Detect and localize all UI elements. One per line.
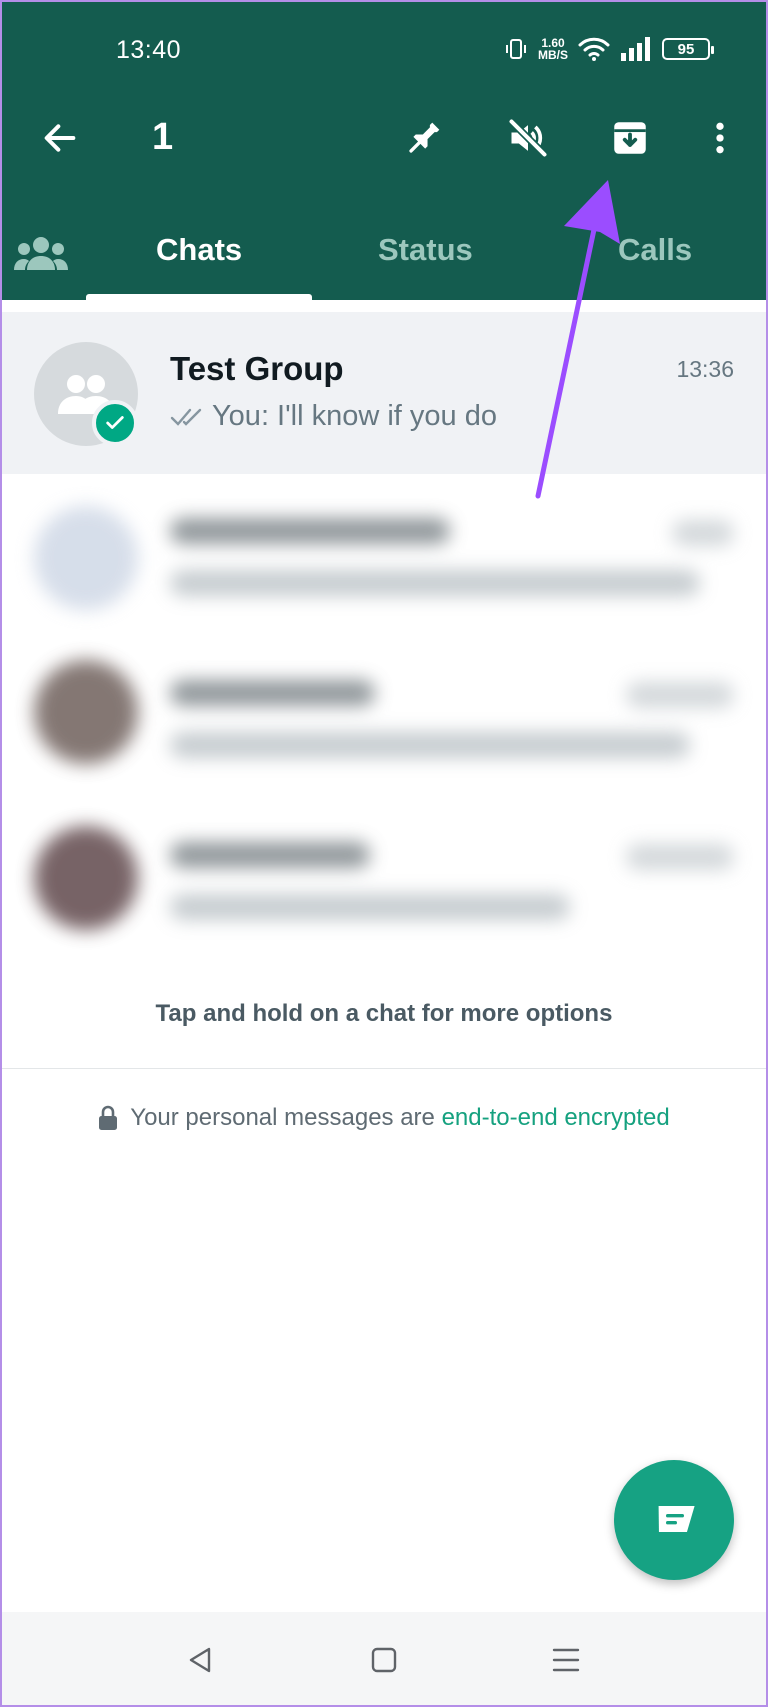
network-speed: 1.60 MB/S <box>538 37 568 61</box>
lock-icon <box>99 1105 118 1130</box>
divider <box>0 1068 768 1069</box>
chat-preview: You: I'll know if you do <box>170 400 497 433</box>
blurred-preview <box>170 570 700 596</box>
blurred-name <box>170 842 370 868</box>
tab-status[interactable]: Status <box>378 232 473 268</box>
chat-row-blurred[interactable] <box>0 800 768 960</box>
system-nav-bar <box>0 1612 768 1707</box>
avatar <box>34 506 138 610</box>
blurred-name <box>170 680 375 706</box>
nav-home-button[interactable] <box>362 1638 406 1682</box>
menu-lines-icon <box>552 1648 580 1672</box>
status-time: 13:40 <box>116 36 182 64</box>
chat-preview-text: You: I'll know if you do <box>212 400 497 432</box>
archive-button[interactable] <box>598 106 662 170</box>
tab-calls[interactable]: Calls <box>618 232 692 268</box>
nav-recents-button[interactable] <box>544 1638 588 1682</box>
signal-icon <box>621 37 650 61</box>
status-icons: 1.60 MB/S 95 <box>504 36 714 62</box>
check-icon <box>106 416 124 429</box>
tab-bar: Chats Status Calls <box>0 220 768 300</box>
mute-button[interactable] <box>496 106 560 170</box>
status-bar: 13:40 1.60 MB/S 95 <box>0 0 768 100</box>
new-chat-icon <box>658 1506 695 1532</box>
chat-time: 13:36 <box>676 356 734 382</box>
blurred-time <box>672 520 734 546</box>
net-speed-unit: MB/S <box>538 48 568 62</box>
encryption-notice: Your personal messages are end-to-end en… <box>0 1104 768 1132</box>
pin-button[interactable] <box>392 106 456 170</box>
vibrate-icon <box>506 39 526 59</box>
selection-action-bar <box>0 100 768 180</box>
avatar <box>34 660 138 764</box>
tab-chats[interactable]: Chats <box>156 232 242 268</box>
nav-back-button[interactable] <box>178 1638 222 1682</box>
more-options-button[interactable] <box>688 106 752 170</box>
chat-row-blurred[interactable] <box>0 640 768 800</box>
mute-icon <box>508 118 548 158</box>
chat-row-blurred[interactable] <box>0 478 768 638</box>
community-icon <box>14 237 68 270</box>
avatar <box>34 826 138 930</box>
selected-check-badge <box>92 400 138 446</box>
archive-icon <box>614 122 646 154</box>
encryption-text: Your personal messages are end-to-end en… <box>130 1104 669 1132</box>
options-hint: Tap and hold on a chat for more options <box>155 1000 613 1027</box>
blurred-time <box>626 682 734 708</box>
blurred-preview <box>170 894 570 920</box>
arrow-left-icon <box>44 124 76 152</box>
blurred-preview <box>170 732 690 758</box>
encryption-link[interactable]: end-to-end encrypted <box>442 1104 670 1131</box>
selected-count: 1 <box>152 116 174 158</box>
pin-icon <box>409 122 440 153</box>
new-chat-fab[interactable] <box>614 1460 734 1580</box>
chat-name: Test Group <box>170 350 344 387</box>
chat-row-selected[interactable]: Test Group 13:36 You: I'll know if you d… <box>0 312 768 474</box>
blurred-time <box>626 844 734 870</box>
double-check-icon <box>170 408 202 426</box>
encryption-label: Your personal messages are <box>130 1104 435 1131</box>
back-button[interactable] <box>28 106 92 170</box>
wifi-icon <box>578 37 610 61</box>
square-home-icon <box>371 1647 397 1673</box>
active-tab-indicator <box>86 294 312 300</box>
tab-communities[interactable] <box>14 234 68 274</box>
battery-indicator: 95 <box>662 38 714 60</box>
blurred-name <box>170 518 450 544</box>
triangle-back-icon <box>189 1647 211 1673</box>
more-vert-icon <box>716 122 724 154</box>
app-header: 13:40 1.60 MB/S 95 1 Chats Status Calls <box>0 0 768 300</box>
